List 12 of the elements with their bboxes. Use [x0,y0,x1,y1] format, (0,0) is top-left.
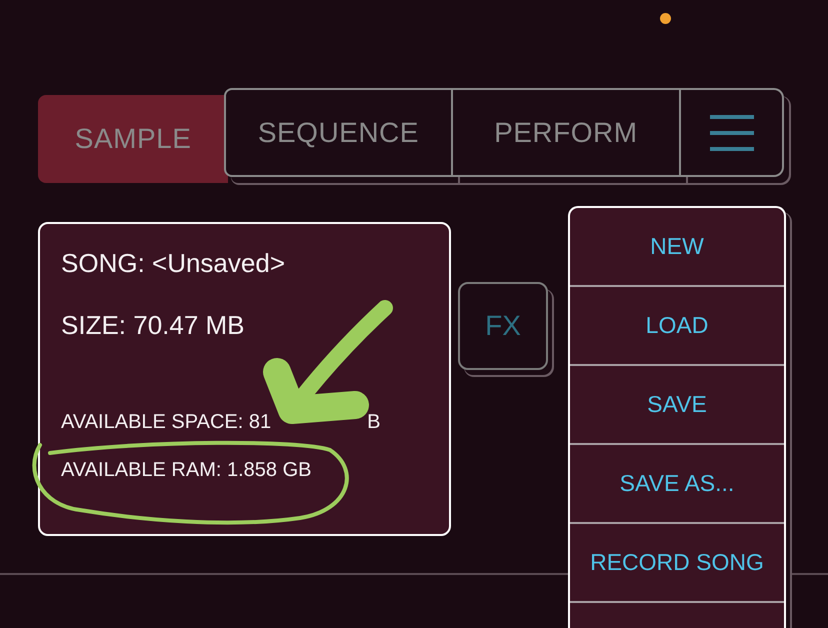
menu-icon [710,112,754,152]
song-name-label: SONG: <Unsaved> [61,248,286,278]
available-space-unit: B [367,410,380,434]
available-ram-label: AVAILABLE RAM: 1.858 GB [61,458,312,482]
menu-item[interactable]: NEW [570,208,784,287]
menu-item[interactable]: RECORD SONG [570,524,784,603]
song-size-label: SIZE: 70.47 MB [61,310,246,340]
menu-item[interactable]: LOAD [570,287,784,366]
menu-item[interactable]: SAVE AS... [570,445,784,524]
menu-item[interactable]: SAVE [570,366,784,445]
available-space-label: AVAILABLE SPACE: 81 [61,410,272,434]
status-dot-icon [660,13,671,24]
